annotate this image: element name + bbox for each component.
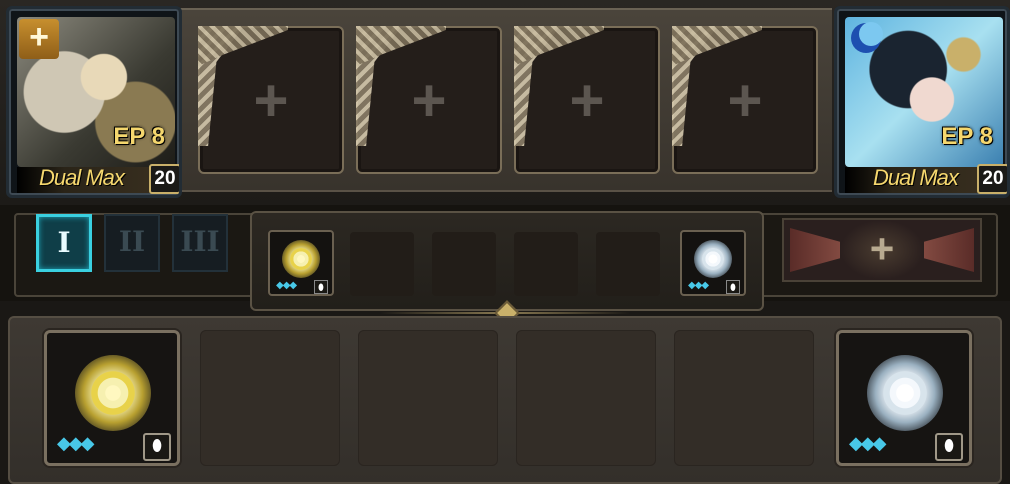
hero-badge-left: 20 bbox=[149, 164, 179, 194]
add-slot-icon: + bbox=[253, 67, 289, 134]
inventory-slot[interactable] bbox=[674, 330, 814, 466]
hero-card-right[interactable]: EP 8 Dual Max 20 bbox=[834, 6, 1010, 198]
star-rating: ◆◆◆ bbox=[688, 280, 709, 291]
shield-icon: ⬮ bbox=[726, 280, 740, 294]
star-rating: ◆◆◆ bbox=[57, 433, 95, 453]
hero-name-right: Dual Max bbox=[873, 165, 959, 190]
empty-slot-4[interactable]: + bbox=[672, 26, 818, 174]
inventory-gem-gold[interactable]: ◆◆◆ ⬮ bbox=[44, 330, 180, 466]
gold-gem-icon bbox=[282, 240, 320, 278]
empty-slot-3[interactable]: + bbox=[514, 26, 660, 174]
empty-slot-1[interactable]: + bbox=[198, 26, 344, 174]
add-slot-icon: + bbox=[411, 67, 447, 134]
equipped-gem-silver[interactable]: ◆◆◆ ⬮ bbox=[680, 230, 746, 296]
empty-equip-slot[interactable] bbox=[350, 232, 414, 296]
hero-badge-right: 20 bbox=[977, 164, 1007, 194]
inventory-slot[interactable] bbox=[200, 330, 340, 466]
silver-gem-icon bbox=[867, 355, 943, 431]
tier-button-3[interactable]: III bbox=[172, 214, 228, 272]
shield-icon: ⬮ bbox=[143, 433, 171, 461]
tier-button-1[interactable]: I bbox=[36, 214, 92, 272]
hero-card-left[interactable]: + EP 8 Dual Max 20 bbox=[6, 6, 182, 198]
hero-level-left: EP 8 bbox=[113, 123, 165, 150]
add-equip-button[interactable]: + bbox=[782, 218, 982, 282]
star-rating: ◆◆◆ bbox=[276, 280, 297, 291]
equipped-gem-gold[interactable]: ◆◆◆ ⬮ bbox=[268, 230, 334, 296]
silver-gem-icon bbox=[694, 240, 732, 278]
empty-equip-slot[interactable] bbox=[514, 232, 578, 296]
shield-icon: ⬮ bbox=[935, 433, 963, 461]
tier-button-2[interactable]: II bbox=[104, 214, 160, 272]
add-slot-icon: + bbox=[727, 67, 763, 134]
empty-equip-slot[interactable] bbox=[596, 232, 660, 296]
empty-slot-2[interactable]: + bbox=[356, 26, 502, 174]
moon-icon bbox=[851, 22, 883, 53]
plus-icon: + bbox=[869, 225, 895, 272]
hero-level-right: EP 8 bbox=[941, 123, 993, 150]
add-slot-icon: + bbox=[569, 67, 605, 134]
plus-icon: + bbox=[19, 19, 59, 59]
shield-icon: ⬮ bbox=[314, 280, 328, 294]
empty-equip-slot[interactable] bbox=[432, 232, 496, 296]
inventory-gem-silver[interactable]: ◆◆◆ ⬮ bbox=[836, 330, 972, 466]
gold-gem-icon bbox=[75, 355, 151, 431]
inventory-slot[interactable] bbox=[358, 330, 498, 466]
hero-name-left: Dual Max bbox=[39, 165, 125, 190]
inventory-slot[interactable] bbox=[516, 330, 656, 466]
star-rating: ◆◆◆ bbox=[849, 433, 887, 453]
